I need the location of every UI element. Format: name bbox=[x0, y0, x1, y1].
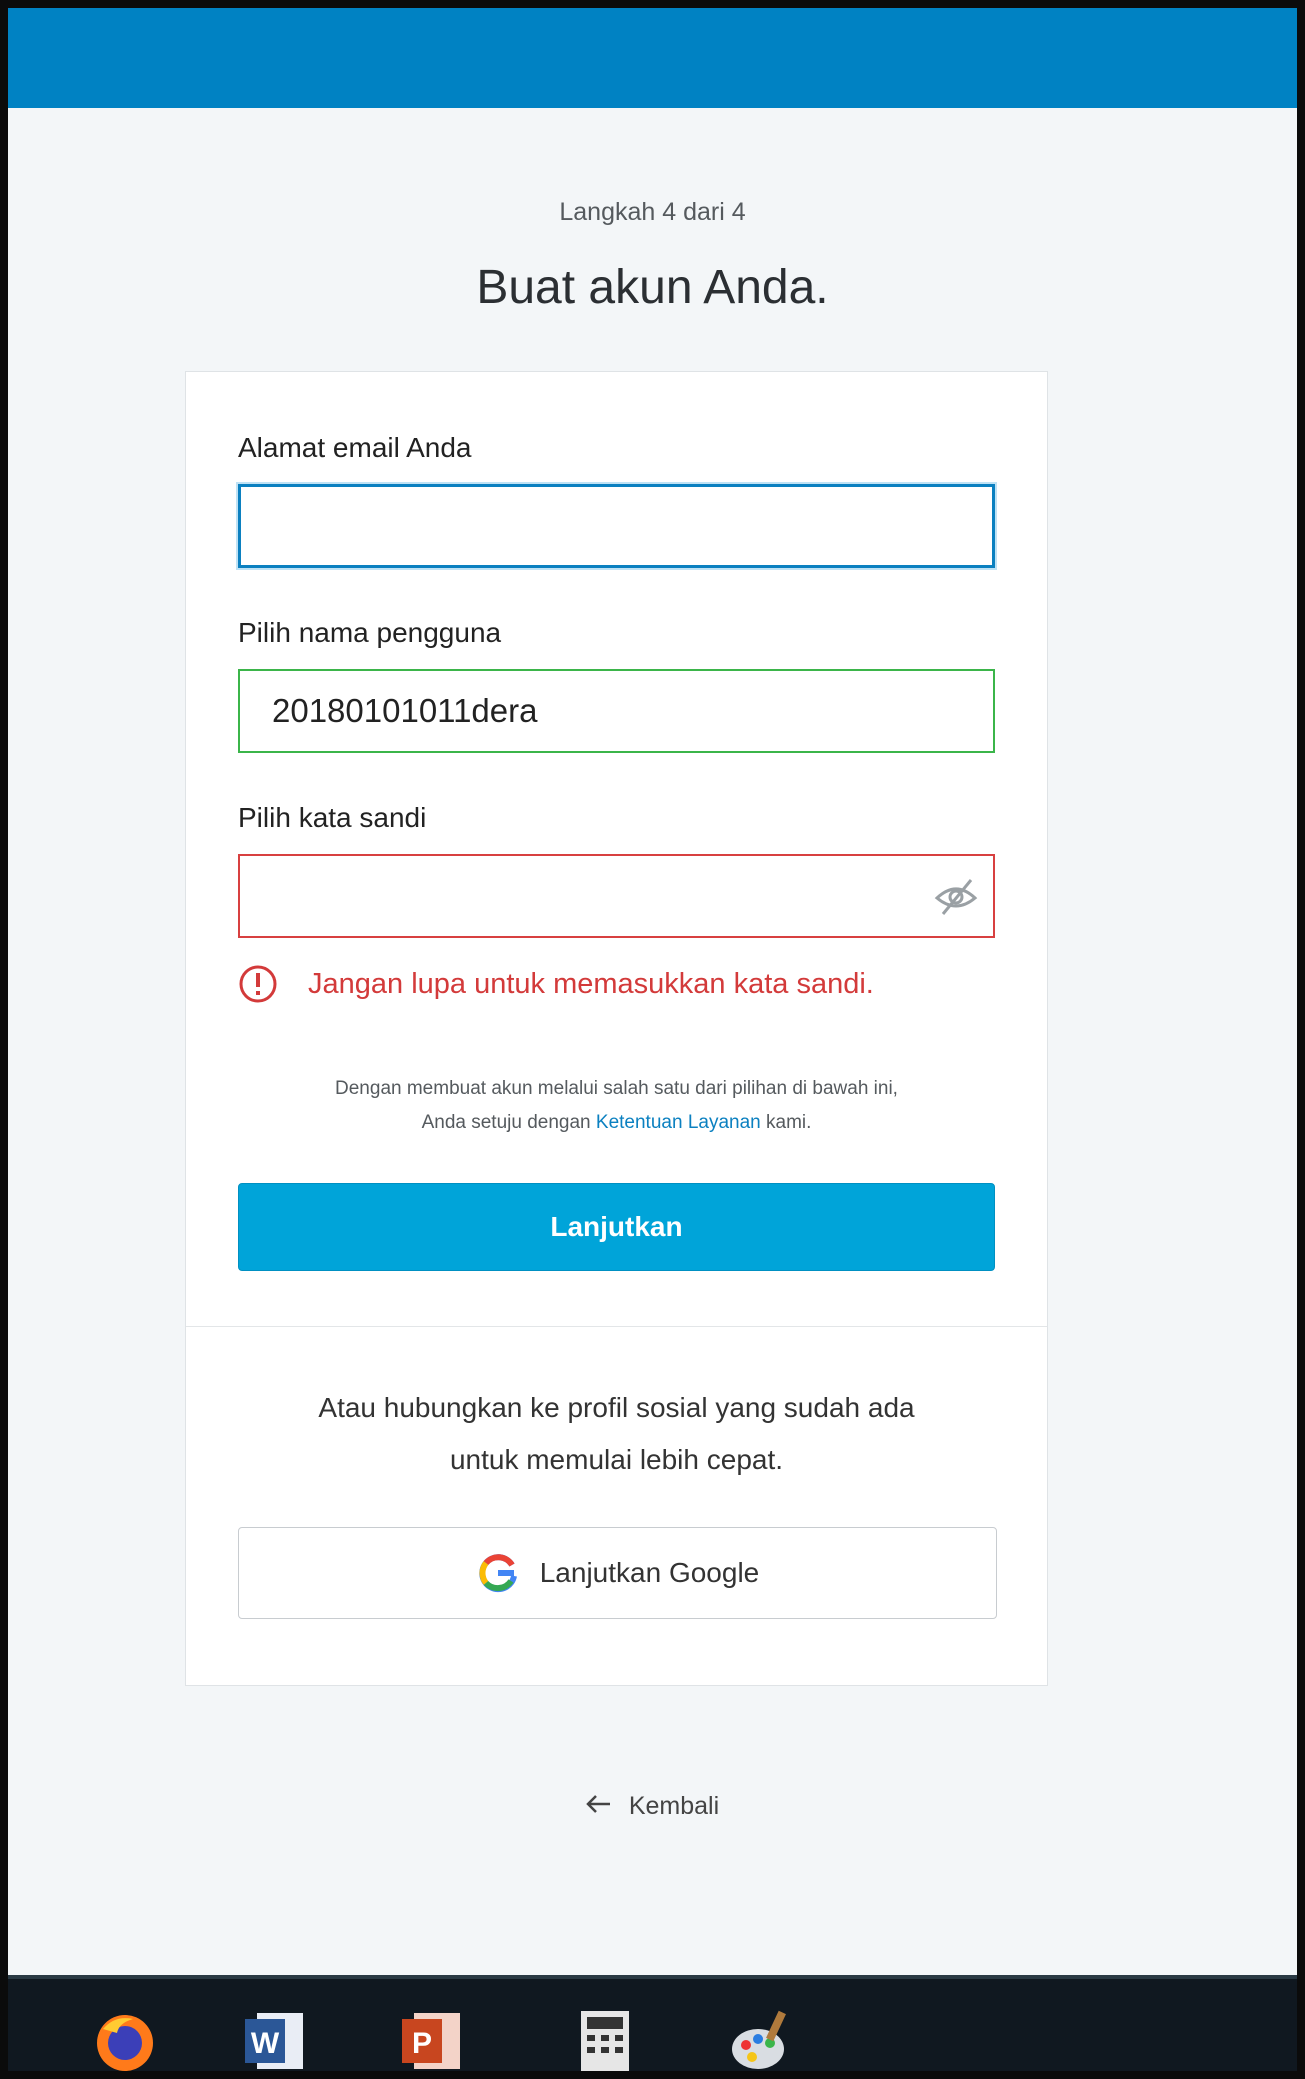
back-label: Kembali bbox=[628, 1792, 720, 1820]
svg-text:W: W bbox=[251, 2027, 280, 2060]
username-field[interactable] bbox=[240, 671, 993, 751]
page-title: Buat akun Anda. bbox=[476, 261, 829, 314]
word-icon[interactable]: W bbox=[243, 2009, 307, 2071]
top-banner bbox=[8, 8, 1297, 108]
password-field-wrapper bbox=[238, 854, 995, 938]
google-continue-button[interactable]: Lanjutkan Google bbox=[238, 1527, 997, 1619]
password-error: Jangan lupa untuk memasukkan kata sandi. bbox=[238, 962, 874, 1006]
calculator-icon[interactable] bbox=[573, 2009, 637, 2071]
password-error-text: Jangan lupa untuk memasukkan kata sandi. bbox=[308, 967, 874, 1000]
username-field-wrapper bbox=[238, 669, 995, 753]
firefox-icon[interactable] bbox=[93, 2009, 157, 2071]
social-text-line-1: Atau hubungkan ke profil sosial yang sud… bbox=[318, 1392, 915, 1423]
google-icon bbox=[476, 1551, 520, 1595]
terms-line-1: Dengan membuat akun melalui salah satu d… bbox=[335, 1078, 898, 1099]
step-indicator: Langkah 4 dari 4 bbox=[559, 198, 746, 226]
divider bbox=[186, 1326, 1047, 1327]
email-field-wrapper bbox=[238, 484, 995, 568]
social-text-line-2: untuk memulai lebih cepat. bbox=[449, 1444, 784, 1475]
terms-prefix: Anda setuju dengan bbox=[421, 1112, 591, 1133]
terms-suffix: kami. bbox=[766, 1112, 812, 1133]
password-label: Pilih kata sandi bbox=[238, 802, 427, 833]
browser-window: Langkah 4 dari 4 Buat akun Anda. Alamat … bbox=[0, 0, 1305, 2079]
svg-text:P: P bbox=[412, 2027, 432, 2060]
show-password-icon[interactable] bbox=[933, 874, 979, 920]
powerpoint-icon[interactable]: P bbox=[400, 2009, 464, 2071]
password-field[interactable] bbox=[240, 856, 993, 936]
paint-icon[interactable] bbox=[728, 2009, 792, 2071]
taskbar: W P bbox=[8, 1975, 1297, 2071]
alert-circle-icon bbox=[238, 964, 278, 1004]
arrow-left-icon bbox=[586, 1792, 612, 1821]
terms-line-2: Anda setuju dengan Ketentuan Layanan kam… bbox=[226, 1106, 1007, 1140]
terms-of-service-link[interactable]: Ketentuan Layanan bbox=[596, 1112, 761, 1133]
social-connect-text: Atau hubungkan ke profil sosial yang sud… bbox=[216, 1382, 1017, 1486]
email-field[interactable] bbox=[241, 487, 992, 565]
back-link[interactable]: Kembali bbox=[8, 1792, 1297, 1821]
email-label: Alamat email Anda bbox=[238, 432, 472, 463]
username-label: Pilih nama pengguna bbox=[238, 617, 502, 648]
signup-card: Alamat email Anda Pilih nama pengguna Pi… bbox=[185, 371, 1048, 1686]
terms-notice: Dengan membuat akun melalui salah satu d… bbox=[226, 1072, 1007, 1140]
continue-button[interactable]: Lanjutkan bbox=[238, 1183, 995, 1271]
google-button-label: Lanjutkan Google bbox=[539, 1557, 760, 1588]
